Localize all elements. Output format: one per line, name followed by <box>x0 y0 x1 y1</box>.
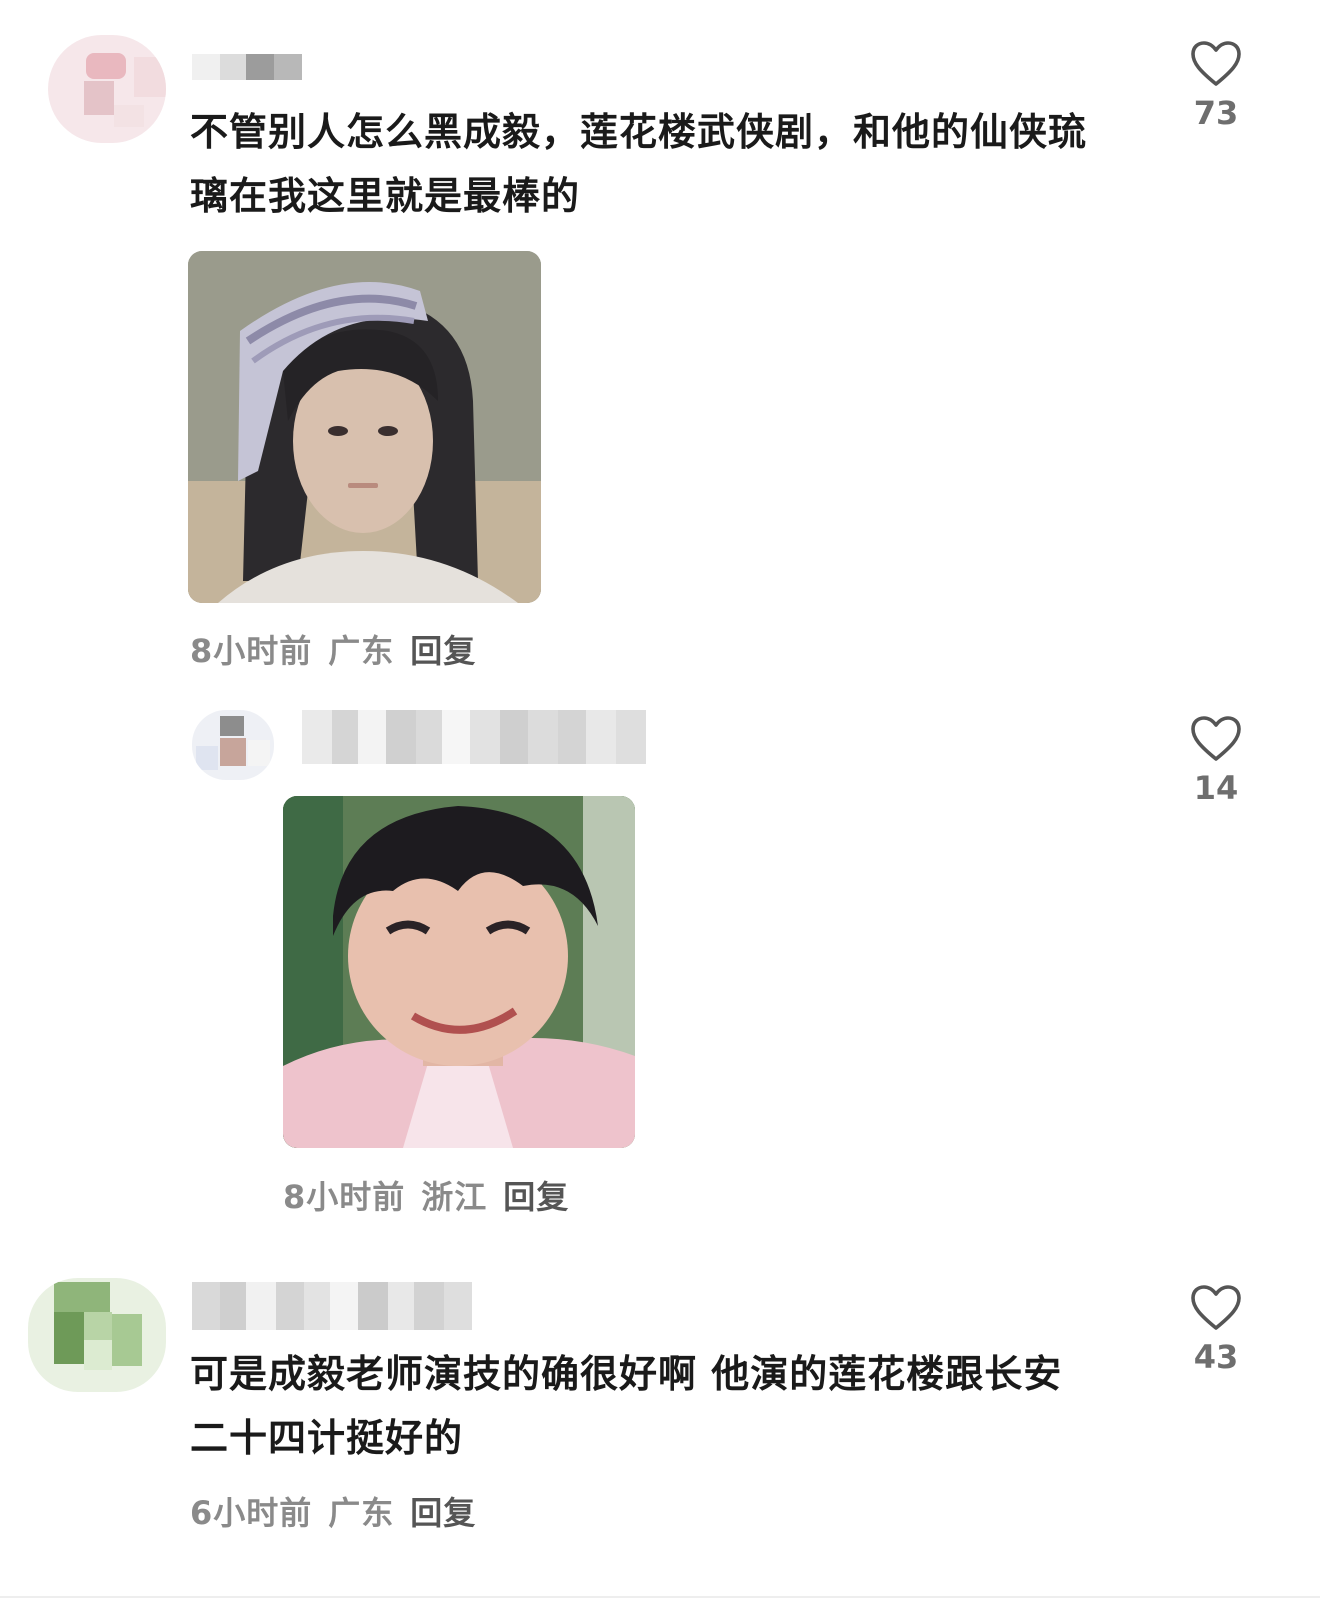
comment-location: 广东 <box>328 1494 395 1532</box>
comment-text-line: 不管别人怎么黑成毅，莲花楼武侠剧，和他的仙侠琉 <box>190 110 1088 154</box>
avatar[interactable] <box>28 1278 166 1392</box>
comment-3: 可是成毅老师演技的确很好啊 他演的莲花楼跟长安 二十四计挺好的 6小时前 广东 … <box>0 1240 1320 1596</box>
comment-image[interactable] <box>188 251 541 603</box>
comment-location: 浙江 <box>421 1178 488 1216</box>
like-button[interactable]: 73 <box>1181 40 1251 132</box>
comment-2-reply: 8小时前 浙江 回复 14 <box>0 680 1320 1240</box>
comment-time: 8小时前 <box>190 632 313 670</box>
comment-meta: 8小时前 广东 回复 <box>190 626 476 672</box>
comment-text-line: 可是成毅老师演技的确很好啊 他演的莲花楼跟长安 <box>190 1352 1063 1396</box>
avatar[interactable] <box>192 710 274 780</box>
heart-outline-icon <box>1191 716 1241 761</box>
comment-time: 8小时前 <box>283 1178 406 1216</box>
comment-time: 6小时前 <box>190 1494 313 1532</box>
comment-image-drawing <box>188 251 541 603</box>
comment-meta: 8小时前 浙江 回复 <box>283 1172 569 1218</box>
username-blurred[interactable] <box>192 54 302 80</box>
like-button[interactable]: 43 <box>1181 1284 1251 1376</box>
comment-text: 不管别人怎么黑成毅，莲花楼武侠剧，和他的仙侠琉 璃在我这里就是最棒的 <box>190 100 1150 228</box>
comment-image[interactable] <box>283 796 635 1148</box>
avatar[interactable] <box>48 35 166 143</box>
comment-text-line: 璃在我这里就是最棒的 <box>190 174 581 218</box>
heart-outline-icon <box>1191 41 1241 86</box>
like-button[interactable]: 14 <box>1181 715 1251 807</box>
like-count: 14 <box>1193 769 1239 807</box>
heart-outline-icon <box>1191 1285 1241 1330</box>
comment-location: 广东 <box>328 632 395 670</box>
comment-1: 不管别人怎么黑成毅，莲花楼武侠剧，和他的仙侠琉 璃在我这里就是最棒的 8小时前 <box>0 0 1320 680</box>
reply-button[interactable]: 回复 <box>503 1172 569 1218</box>
reply-button[interactable]: 回复 <box>410 1488 476 1534</box>
username-blurred[interactable] <box>192 1282 472 1330</box>
comment-text-line: 二十四计挺好的 <box>190 1416 464 1460</box>
reply-button[interactable]: 回复 <box>410 626 476 672</box>
comment-image-drawing <box>283 796 635 1148</box>
comment-meta: 6小时前 广东 回复 <box>190 1488 476 1534</box>
username-blurred[interactable] <box>302 710 660 764</box>
like-count: 73 <box>1193 94 1239 132</box>
divider <box>0 1596 1320 1598</box>
like-count: 43 <box>1193 1338 1239 1376</box>
comment-text: 可是成毅老师演技的确很好啊 他演的莲花楼跟长安 二十四计挺好的 <box>190 1342 1150 1470</box>
